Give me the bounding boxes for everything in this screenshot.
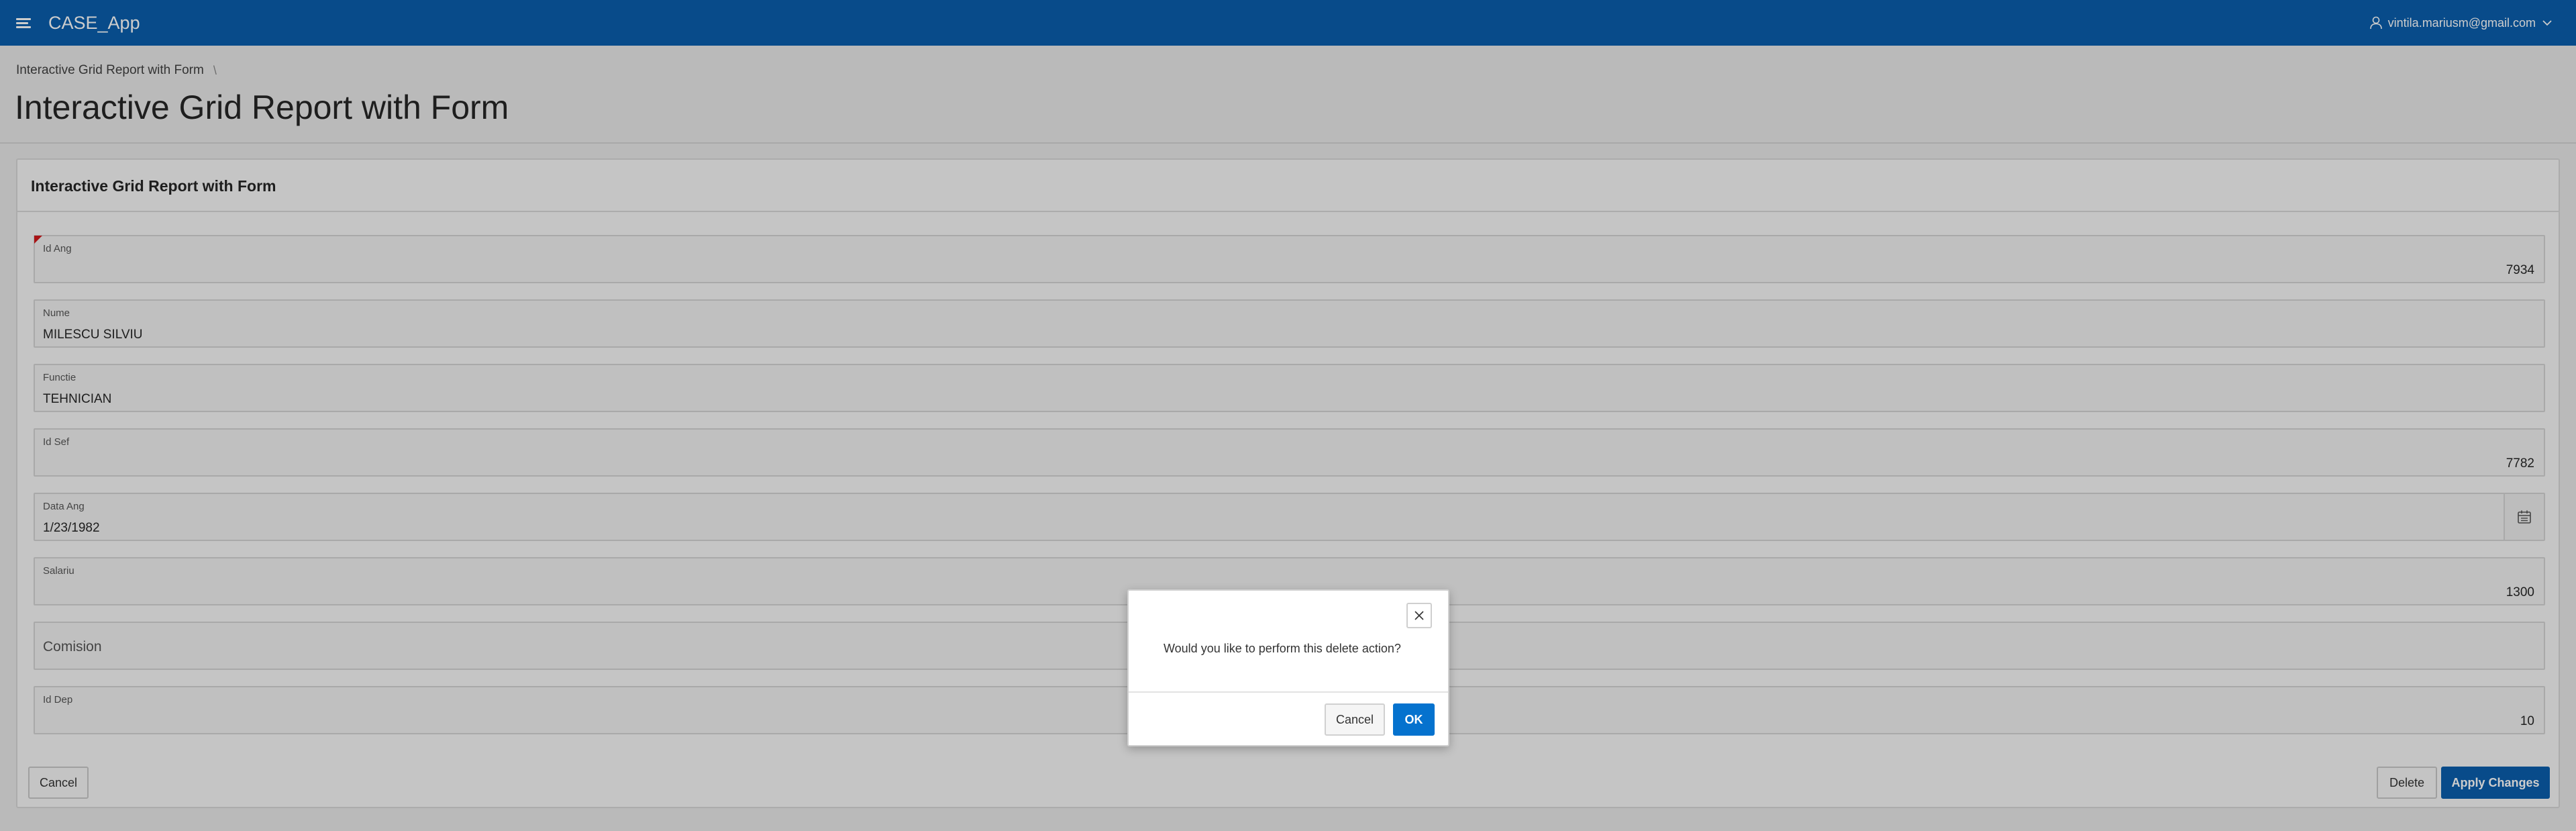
dialog-message: Would you like to perform this delete ac…: [1164, 642, 1401, 655]
confirm-dialog: Would you like to perform this delete ac…: [1127, 589, 1449, 746]
dialog-close-button[interactable]: [1406, 603, 1432, 628]
dialog-ok-button[interactable]: OK: [1393, 703, 1435, 736]
close-icon: [1414, 611, 1424, 620]
dialog-divider: [1129, 691, 1448, 693]
dialog-cancel-button[interactable]: Cancel: [1325, 703, 1385, 736]
